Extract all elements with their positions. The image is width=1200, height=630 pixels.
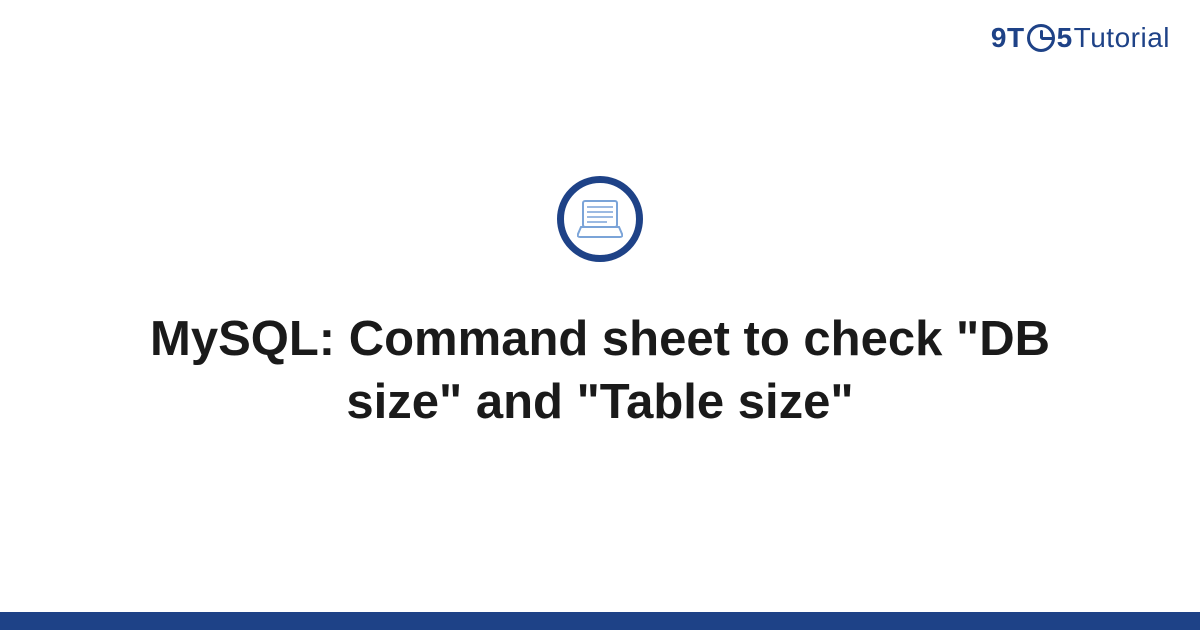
page-title: MySQL: Command sheet to check "DB size" …	[70, 308, 1130, 433]
laptop-icon	[557, 176, 643, 262]
main-content: MySQL: Command sheet to check "DB size" …	[0, 0, 1200, 630]
laptop-svg-icon	[577, 199, 623, 239]
footer-bar	[0, 612, 1200, 630]
